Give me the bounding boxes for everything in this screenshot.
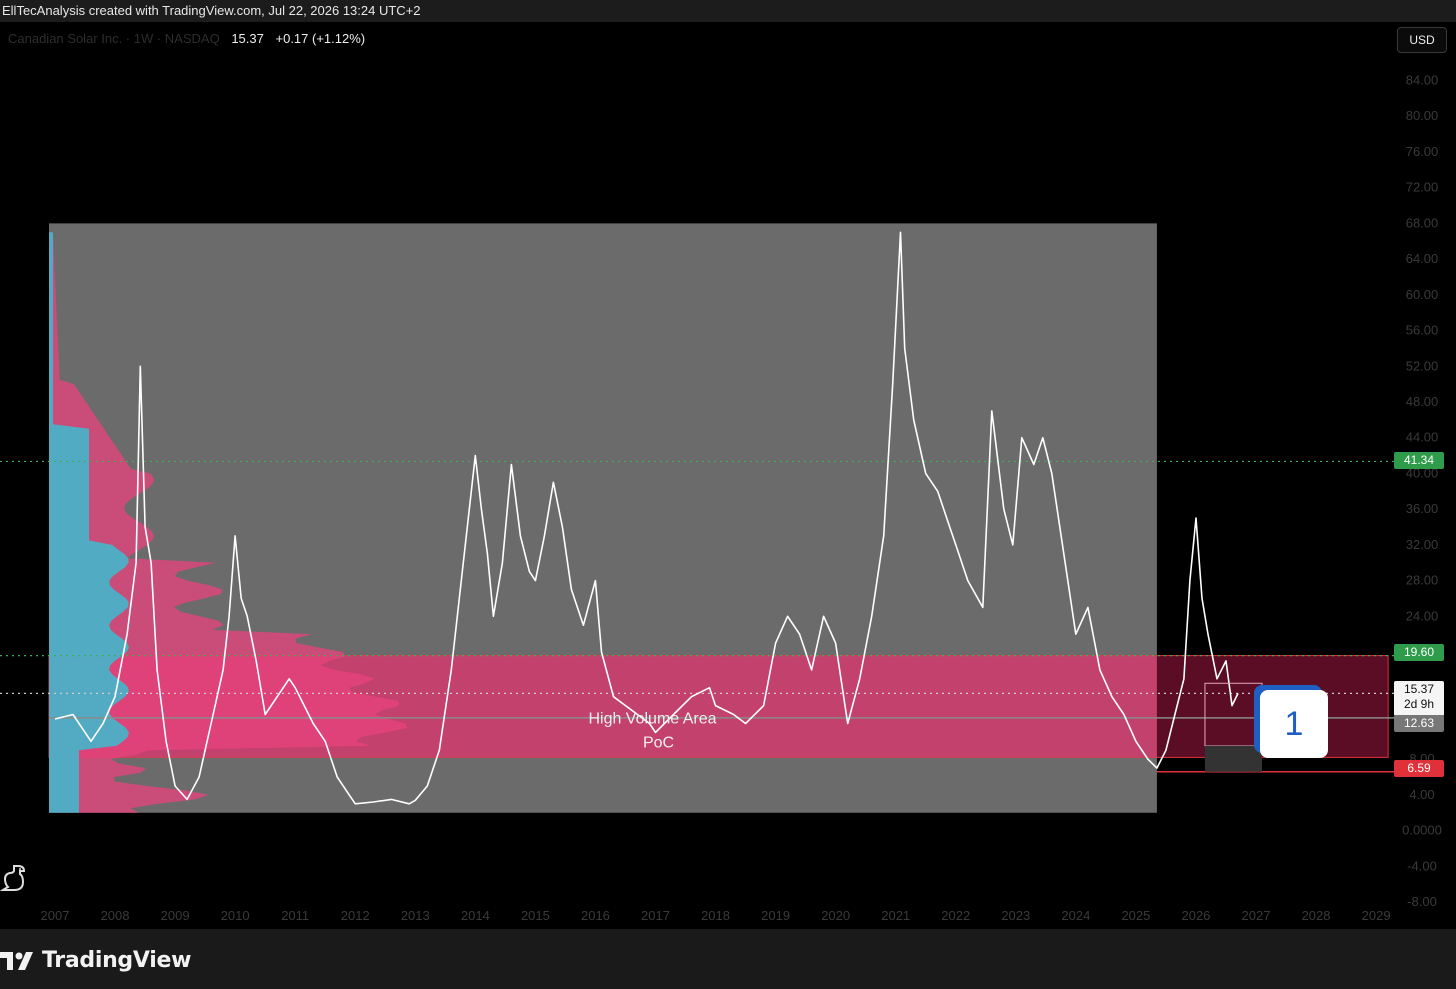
price-tag-41: 41.34	[1394, 452, 1444, 469]
x-tick-label: 2008	[101, 908, 130, 923]
x-tick-label: 2007	[41, 908, 70, 923]
high-volume-area-label: High Volume Area	[588, 710, 716, 727]
x-tick-label: 2028	[1302, 908, 1331, 923]
x-tick-label: 2019	[761, 908, 790, 923]
tradingview-logo[interactable]: TradingView	[0, 948, 191, 973]
tradingview-mark-icon	[0, 951, 33, 970]
y-tick-label: 68.00	[1406, 215, 1439, 230]
poc-label: PoC	[643, 735, 674, 752]
x-tick-label: 2029	[1362, 908, 1391, 923]
bar-countdown: 2d 9h	[1403, 697, 1435, 711]
attribution-bar: EllTecAnalysis created with TradingView.…	[0, 0, 1456, 22]
y-tick-label: 56.00	[1406, 323, 1439, 338]
y-tick-label: 28.00	[1406, 573, 1439, 588]
y-tick-label: 52.00	[1406, 358, 1439, 373]
x-tick-label: 2010	[221, 908, 250, 923]
y-tick-label: 4.00	[1409, 787, 1434, 802]
y-tick-label: 80.00	[1406, 108, 1439, 123]
price-tag-low: 6.59	[1394, 760, 1444, 777]
x-tick-label: 2024	[1061, 908, 1090, 923]
x-tick-label: 2016	[581, 908, 610, 923]
x-tick-label: 2017	[641, 908, 670, 923]
x-tick-label: 2011	[281, 908, 309, 923]
current-price-tag: 15.37 2d 9h	[1394, 681, 1444, 716]
x-tick-label: 2014	[461, 908, 490, 923]
y-tick-label: 64.00	[1406, 251, 1439, 266]
x-tick-label: 2022	[941, 908, 970, 923]
y-tick-label: 84.00	[1406, 73, 1439, 88]
y-tick-label: 60.00	[1406, 287, 1439, 302]
x-tick-label: 2009	[161, 908, 190, 923]
y-tick-label: -4.00	[1407, 858, 1437, 873]
x-tick-label: 2018	[701, 908, 730, 923]
x-tick-label: 2015	[521, 908, 550, 923]
attribution-text: EllTecAnalysis created with TradingView.…	[2, 3, 421, 18]
x-tick-label: 2020	[821, 908, 850, 923]
current-price-value: 15.37	[1403, 682, 1435, 696]
y-tick-label: 0.0000	[1402, 823, 1442, 838]
dino-icon[interactable]	[0, 862, 30, 899]
x-tick-label: 2023	[1001, 908, 1030, 923]
x-tick-label: 2027	[1242, 908, 1271, 923]
y-tick-label: 24.00	[1406, 608, 1439, 623]
x-tick-label: 2013	[401, 908, 430, 923]
x-tick-label: 2021	[881, 908, 910, 923]
x-tick-label: 2025	[1121, 908, 1150, 923]
price-chart[interactable]: High Volume Area PoC 84.00 80.00 76.00 72.00 6…	[0, 22, 1456, 929]
y-tick-label: 36.00	[1406, 501, 1439, 516]
projection-box-lower	[1204, 745, 1263, 772]
footer-bar	[0, 929, 1456, 989]
price-tag-vah: 19.60	[1394, 644, 1444, 661]
alert-badge[interactable]: 1	[1260, 690, 1328, 758]
y-tick-label: 44.00	[1406, 430, 1439, 445]
tradingview-wordmark: TradingView	[42, 948, 192, 973]
price-tag-poc: 12.63	[1394, 715, 1444, 732]
y-tick-label: -8.00	[1407, 894, 1437, 909]
y-tick-label: 72.00	[1406, 180, 1439, 195]
x-tick-label: 2026	[1181, 908, 1210, 923]
y-tick-label: 32.00	[1406, 537, 1439, 552]
x-tick-label: 2012	[341, 908, 370, 923]
y-tick-label: 76.00	[1406, 144, 1439, 159]
y-tick-label: 48.00	[1406, 394, 1439, 409]
